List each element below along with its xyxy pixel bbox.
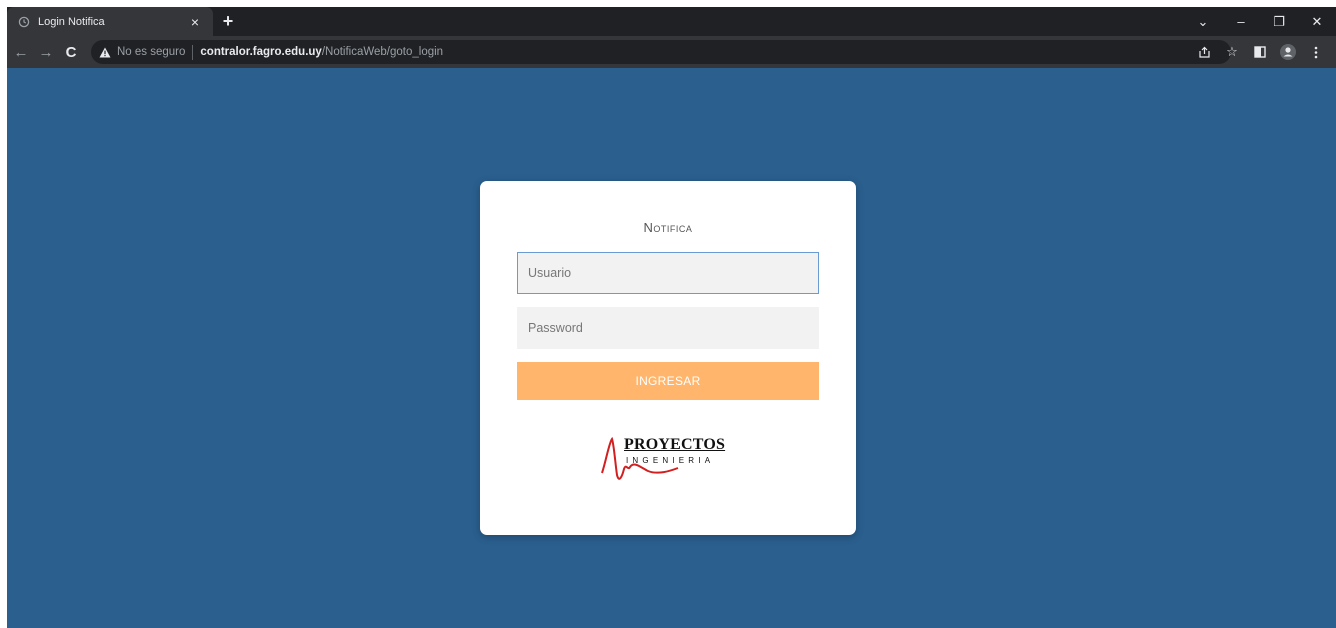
logo-text-sub: INGENIERIA [626, 456, 715, 465]
url-host: contralor.fagro.edu.uy [200, 46, 322, 58]
share-icon[interactable] [1192, 40, 1216, 64]
omnibox-divider [192, 44, 194, 60]
side-panel-icon[interactable] [1248, 40, 1272, 64]
address-bar[interactable]: No es seguro contralor.fagro.edu.uy/Noti… [91, 40, 1231, 64]
warning-icon[interactable] [99, 47, 111, 58]
clock-icon [17, 15, 30, 28]
menu-icon[interactable] [1304, 40, 1328, 64]
profile-icon[interactable] [1276, 40, 1300, 64]
star-icon[interactable]: ☆ [1220, 40, 1244, 64]
forward-button[interactable]: → [35, 41, 57, 63]
minimize-button[interactable]: – [1222, 7, 1260, 36]
browser-tab[interactable]: Login Notifica × [7, 7, 213, 36]
tab-strip: Login Notifica × + ⌄ – ❐ ✕ [7, 7, 1336, 36]
url-path: /NotificaWeb/goto_login [321, 46, 444, 58]
reload-button[interactable]: C [60, 41, 82, 63]
password-field[interactable] [517, 307, 819, 349]
proyectos-ingenieria-logo: PROYECTOS INGENIERIA [600, 431, 736, 489]
new-tab-button[interactable]: + [218, 12, 238, 32]
window-controls: ⌄ – ❐ ✕ [1184, 7, 1336, 36]
restore-button[interactable]: ❐ [1260, 7, 1298, 36]
browser-toolbar: ← → C No es seguro contralor.fagro.edu.u… [7, 36, 1336, 68]
browser-window: Login Notifica × + ⌄ – ❐ ✕ ← → C No es s… [7, 7, 1336, 628]
security-status[interactable]: No es seguro [117, 46, 185, 58]
back-button[interactable]: ← [10, 41, 32, 63]
tab-title: Login Notifica [38, 15, 105, 28]
logo-text-main: PROYECTOS [624, 436, 726, 453]
page-viewport: Notifica INGRESAR PROYECTOS INGENIERIA [7, 68, 1336, 628]
close-tab-icon[interactable]: × [187, 14, 203, 30]
username-field[interactable] [517, 252, 819, 294]
login-title: Notifica [643, 220, 693, 235]
tab-search-icon[interactable]: ⌄ [1184, 7, 1222, 36]
toolbar-actions: ☆ [1192, 40, 1328, 64]
login-button[interactable]: INGRESAR [517, 362, 819, 400]
login-card: Notifica INGRESAR PROYECTOS INGENIERIA [480, 181, 856, 535]
close-window-button[interactable]: ✕ [1298, 7, 1336, 36]
